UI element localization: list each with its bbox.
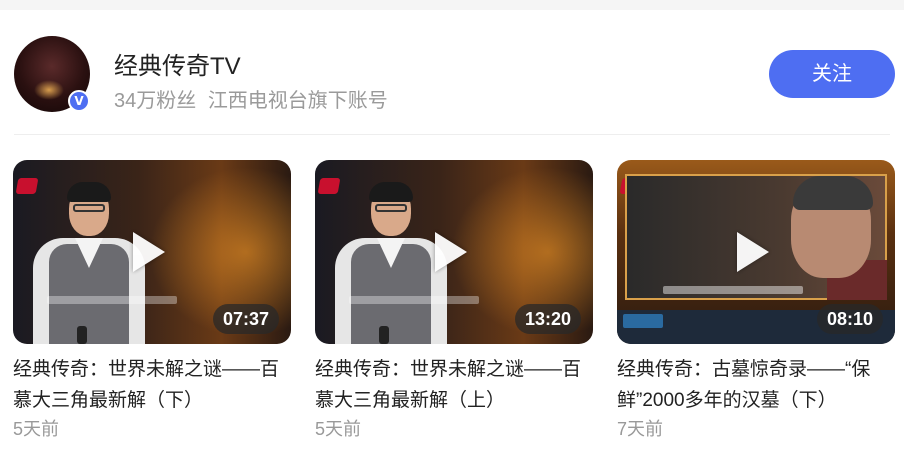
thumbnail-caption-bar bbox=[349, 296, 479, 304]
video-title[interactable]: 经典传奇：世界未解之谜——百慕大三角最新解（上） bbox=[315, 354, 593, 416]
video-thumbnail[interactable]: 08:10 bbox=[617, 160, 895, 344]
play-icon[interactable] bbox=[133, 232, 165, 272]
video-publish-time: 7天前 bbox=[617, 419, 664, 439]
video-thumbnail[interactable]: 13:20 bbox=[315, 160, 593, 344]
video-duration: 08:10 bbox=[816, 304, 883, 334]
video-title[interactable]: 经典传奇：世界未解之谜——百慕大三角最新解（下） bbox=[13, 354, 291, 416]
fan-count: 34万粉丝 bbox=[114, 90, 197, 112]
interviewee-hair bbox=[793, 176, 873, 210]
account-subtitle: 34万粉丝 江西电视台旗下账号 bbox=[114, 84, 388, 113]
video-card[interactable]: 13:20 经典传奇：世界未解之谜——百慕大三角最新解（上） 5天前 bbox=[315, 160, 593, 442]
play-icon[interactable] bbox=[737, 232, 769, 272]
video-duration: 13:20 bbox=[514, 304, 581, 334]
header-divider bbox=[14, 134, 890, 135]
video-card[interactable]: 07:37 经典传奇：世界未解之谜——百慕大三角最新解（下） 5天前 bbox=[13, 160, 291, 442]
channel-logo-icon bbox=[15, 178, 39, 194]
follow-button[interactable]: 关注 bbox=[769, 50, 895, 98]
thumbnail-tag bbox=[623, 314, 663, 328]
top-divider bbox=[0, 0, 904, 10]
channel-logo-icon bbox=[317, 178, 341, 194]
presenter-glasses bbox=[73, 204, 105, 212]
microphone-icon bbox=[77, 326, 87, 344]
account-name[interactable]: 经典传奇TV bbox=[114, 46, 241, 81]
account-header: V 经典传奇TV 34万粉丝 江西电视台旗下账号 关注 bbox=[14, 36, 895, 114]
thumbnail-caption-bar bbox=[663, 286, 803, 294]
presenter-hair bbox=[67, 182, 111, 202]
verified-badge-icon: V bbox=[68, 90, 90, 112]
video-duration: 07:37 bbox=[212, 304, 279, 334]
video-thumbnail[interactable]: 07:37 bbox=[13, 160, 291, 344]
thumbnail-caption-bar bbox=[47, 296, 177, 304]
video-publish-time: 5天前 bbox=[315, 419, 362, 439]
microphone-icon bbox=[379, 326, 389, 344]
play-icon[interactable] bbox=[435, 232, 467, 272]
presenter-hair bbox=[369, 182, 413, 202]
video-publish-time: 5天前 bbox=[13, 419, 60, 439]
avatar-glow bbox=[34, 80, 64, 100]
account-description: 江西电视台旗下账号 bbox=[207, 90, 388, 112]
video-card[interactable]: 08:10 经典传奇：古墓惊奇录——“保鲜”2000多年的汉墓（下） 7天前 bbox=[617, 160, 895, 442]
presenter-glasses bbox=[375, 204, 407, 212]
video-title[interactable]: 经典传奇：古墓惊奇录——“保鲜”2000多年的汉墓（下） bbox=[617, 354, 895, 416]
